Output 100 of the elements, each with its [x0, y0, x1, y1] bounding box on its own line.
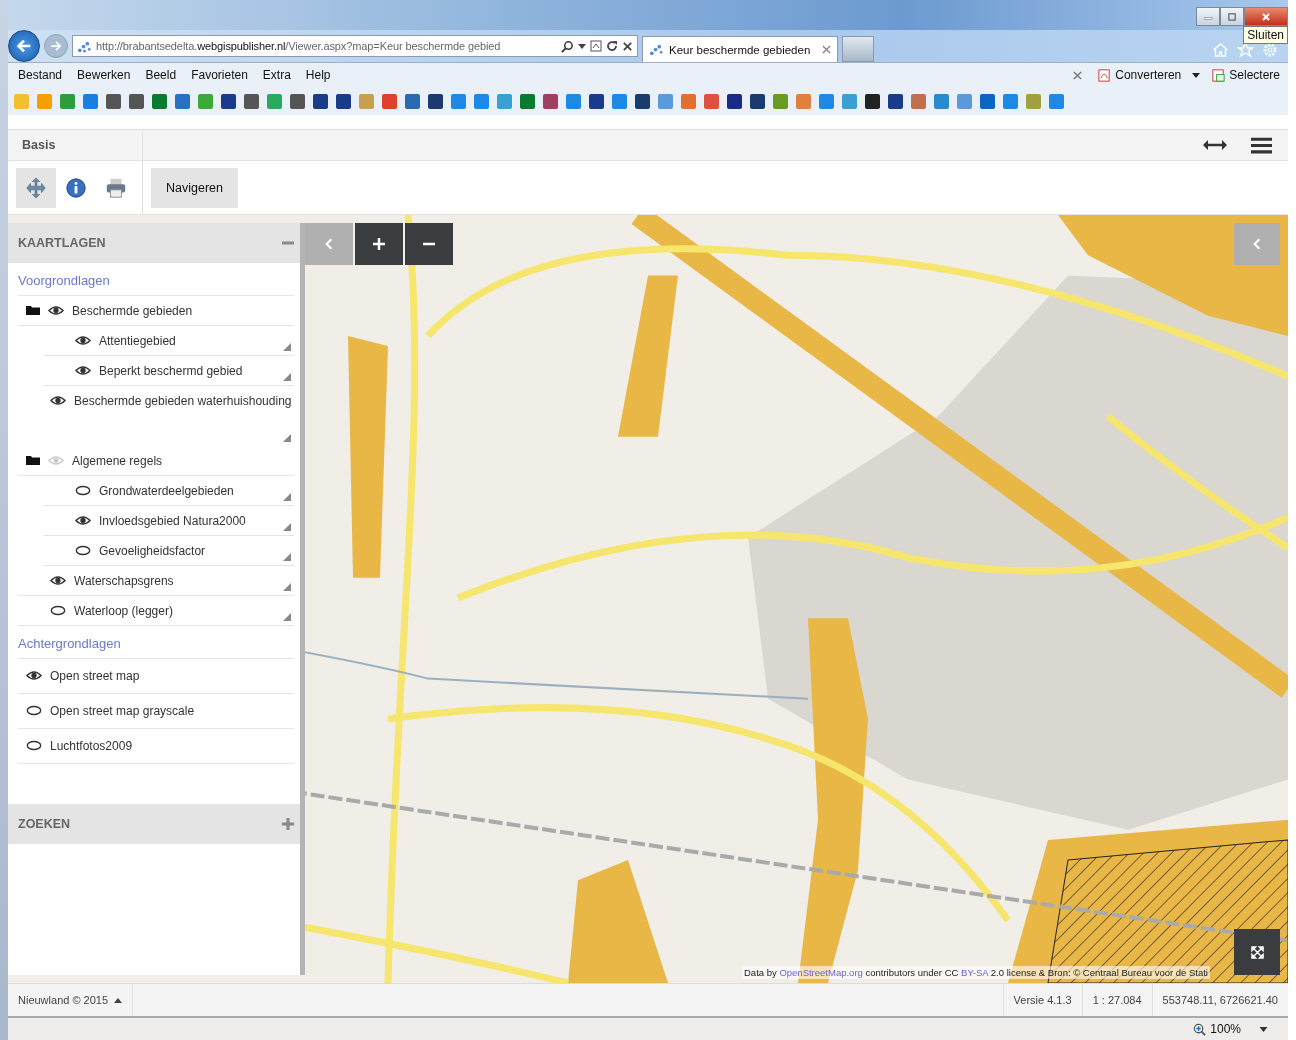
eye-icon[interactable]	[50, 395, 66, 406]
layer-name[interactable]: Luchtfotos2009	[50, 739, 133, 753]
menu-icon[interactable]	[1251, 136, 1272, 154]
legend-toggle-icon[interactable]	[283, 613, 291, 621]
legend-toggle-icon[interactable]	[283, 493, 291, 501]
layer-name[interactable]: Algemene regels	[72, 454, 163, 468]
bookmark-icon[interactable]	[865, 93, 880, 109]
select-pdf-icon[interactable]	[1211, 67, 1227, 83]
eye-icon[interactable]	[75, 365, 91, 376]
tooltip: Sluiten	[1243, 26, 1288, 44]
layer-name[interactable]: Open street map grayscale	[50, 704, 195, 718]
address-bar[interactable]: http://brabantsedelta.webgispublisher.nl/Viewer.aspx?map=Keur beschermde gebied	[72, 35, 638, 57]
restore-button[interactable]	[1220, 7, 1244, 26]
link[interactable]: BY-SA	[961, 967, 989, 978]
legend-toggle-icon[interactable]	[283, 553, 291, 561]
caret-icon[interactable]	[1259, 1026, 1268, 1032]
zoom-level-button[interactable]: 100%	[1210, 1022, 1241, 1036]
eye-icon[interactable]	[75, 515, 91, 526]
bookmark-icon[interactable]	[313, 93, 328, 109]
panel-header[interactable]: ZOEKEN	[8, 804, 300, 844]
menu-item[interactable]: Bewerken	[77, 68, 131, 82]
menu-item[interactable]: Favorieten	[191, 68, 248, 82]
folder-icon[interactable]	[26, 305, 40, 315]
menu-item[interactable]: Extra	[262, 68, 291, 82]
plus-icon	[373, 238, 385, 250]
convert-button[interactable]: Converteren	[1115, 68, 1182, 82]
caret-icon[interactable]	[578, 43, 586, 49]
eye-icon[interactable]	[26, 670, 42, 681]
section-title: Achtergrondlagen	[18, 626, 294, 659]
new-tab-button[interactable]	[842, 36, 874, 62]
credit-button[interactable]: Nieuwland © 2015	[8, 984, 115, 1016]
layer-name[interactable]: Beschermde gebieden	[72, 304, 193, 318]
link[interactable]: OpenStreetMap.org	[779, 967, 863, 978]
ribbon-tab[interactable]: Basis	[8, 130, 142, 161]
bookmark-icon[interactable]	[635, 93, 650, 109]
layer-name[interactable]: Invloedsgebied Natura2000	[99, 514, 246, 528]
arrow-right-icon	[49, 39, 63, 53]
section-title: Voorgrondlagen	[18, 263, 294, 296]
select-button[interactable]: Selectere	[1229, 68, 1280, 82]
bookmark-icon[interactable]	[129, 93, 144, 109]
caret-icon[interactable]	[1192, 72, 1201, 78]
expand-icon[interactable]	[282, 818, 294, 830]
browser-tab[interactable]: Keur beschermde gebieden	[642, 36, 838, 62]
navigate-button[interactable]: Navigeren	[151, 167, 238, 208]
minimize-button[interactable]	[1196, 7, 1220, 26]
bookmark-icon[interactable]	[727, 93, 742, 109]
layer-name[interactable]: Attentiegebied	[99, 334, 176, 348]
legend-toggle-icon[interactable]	[283, 373, 291, 381]
eye-icon[interactable]	[48, 305, 64, 316]
folder-icon[interactable]	[26, 455, 40, 465]
compatibility-icon[interactable]	[590, 40, 602, 52]
bookmark-icon[interactable]	[888, 93, 903, 109]
eye-outline-icon[interactable]	[26, 740, 42, 751]
bookmark-icon[interactable]	[244, 93, 259, 109]
eye-outline-icon[interactable]	[75, 485, 91, 496]
eye-outline-icon[interactable]	[75, 545, 91, 556]
bookmark-icon[interactable]	[221, 93, 236, 109]
layer-name[interactable]: Grondwaterdeelgebieden	[99, 484, 234, 498]
legend-toggle-icon[interactable]	[283, 523, 291, 531]
bookmark-icon[interactable]	[336, 93, 351, 109]
pan-tool-button[interactable]	[16, 167, 56, 208]
layer-name[interactable]: Waterloop (legger)	[74, 604, 173, 618]
eye-outline-icon[interactable]	[26, 705, 42, 716]
layer-name[interactable]: Open street map	[50, 669, 140, 683]
restore-icon	[1227, 12, 1237, 21]
close-icon[interactable]	[622, 40, 633, 52]
back-button[interactable]	[8, 30, 40, 62]
menu-item[interactable]: Beeld	[145, 68, 177, 82]
caret-up-icon[interactable]	[114, 997, 123, 1003]
bookmark-icon[interactable]	[290, 93, 305, 109]
zoom-in-button[interactable]	[355, 223, 403, 265]
refresh-icon[interactable]	[606, 40, 618, 52]
bookmark-icon[interactable]	[750, 93, 765, 109]
layer-name[interactable]: Gevoeligheidsfactor	[99, 544, 206, 558]
panel-header[interactable]: KAARTLAGEN	[8, 223, 300, 263]
eye-icon[interactable]	[50, 575, 66, 586]
double-arrow-icon[interactable]	[1203, 140, 1227, 150]
eye-icon[interactable]	[75, 335, 91, 346]
menu-item[interactable]: Bestand	[18, 68, 63, 82]
fullscreen-button[interactable]	[1234, 929, 1280, 975]
legend-toggle-icon[interactable]	[283, 583, 291, 591]
close-button[interactable]	[1244, 7, 1288, 26]
pdf-icon[interactable]	[1097, 67, 1113, 83]
star-icon[interactable]	[1237, 42, 1254, 58]
zoom-in-icon[interactable]	[1193, 1022, 1207, 1036]
legend-toggle-icon[interactable]	[283, 434, 291, 442]
search-icon[interactable]	[561, 39, 574, 53]
eye-outline-icon[interactable]	[50, 605, 66, 616]
bookmark-icon[interactable]	[428, 93, 443, 109]
forward-button[interactable]	[44, 34, 68, 58]
layer-name[interactable]: Beperkt beschermd gebied	[99, 364, 243, 378]
settings-icon[interactable]	[1262, 42, 1278, 58]
legend-toggle-icon[interactable]	[283, 343, 291, 351]
move-arrows-icon	[25, 176, 47, 199]
bookmark-icon[interactable]	[589, 93, 604, 109]
layer-name[interactable]: Waterschapsgrens	[74, 574, 174, 588]
layer-name[interactable]: Beschermde gebieden waterhuishouding	[74, 394, 292, 408]
bookmark-icon[interactable]	[106, 93, 121, 109]
menu-item[interactable]: Help	[305, 68, 331, 82]
scale-label: 1 : 27.084	[1081, 984, 1152, 1016]
